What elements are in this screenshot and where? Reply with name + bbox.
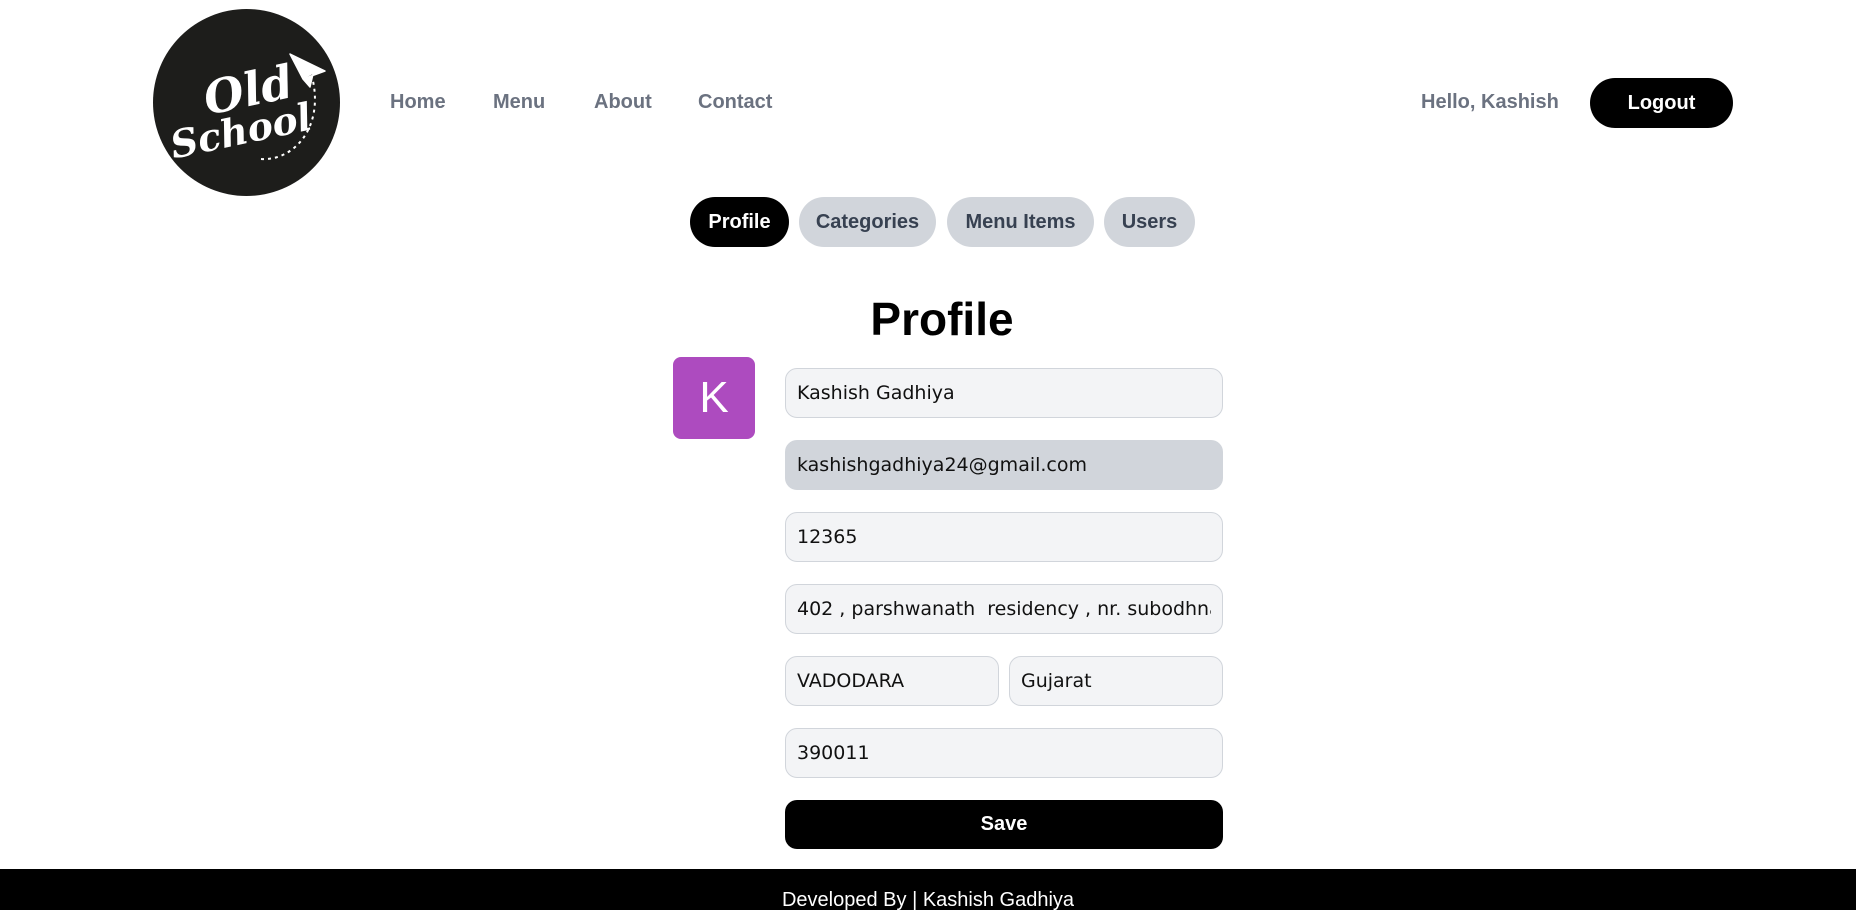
phone-field[interactable]: [785, 512, 1223, 562]
user-greeting: Hello, Kashish: [1421, 91, 1559, 113]
pincode-field[interactable]: [785, 728, 1223, 778]
page-title: Profile: [870, 293, 1014, 345]
tab-profile[interactable]: Profile: [690, 197, 789, 247]
save-button[interactable]: Save: [785, 800, 1223, 849]
email-field[interactable]: [785, 440, 1223, 490]
avatar: K: [673, 357, 755, 439]
footer: Developed By | Kashish Gadhiya: [0, 869, 1856, 910]
old-school-logo[interactable]: Old School: [153, 9, 340, 196]
city-field[interactable]: [785, 656, 999, 706]
nav-about-link[interactable]: About: [594, 91, 652, 114]
logout-button[interactable]: Logout: [1590, 78, 1733, 128]
tab-users[interactable]: Users: [1104, 197, 1195, 247]
nav-menu-link[interactable]: Menu: [493, 91, 545, 114]
address-field[interactable]: [785, 584, 1223, 634]
tab-menu-items[interactable]: Menu Items: [947, 197, 1094, 247]
logo-graphic: Old School: [166, 53, 326, 167]
tab-categories[interactable]: Categories: [799, 197, 936, 247]
paper-plane-icon: [289, 53, 326, 88]
footer-credit: Developed By | Kashish Gadhiya: [781, 889, 1075, 911]
nav-contact-link[interactable]: Contact: [698, 91, 772, 114]
state-field[interactable]: [1009, 656, 1223, 706]
nav-home-link[interactable]: Home: [390, 91, 446, 114]
name-field[interactable]: [785, 368, 1223, 418]
